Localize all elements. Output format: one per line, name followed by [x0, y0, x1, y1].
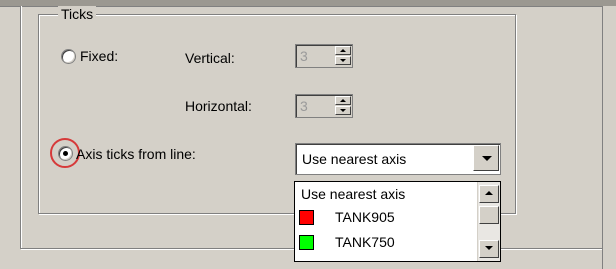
- scroll-thumb[interactable]: [479, 206, 499, 224]
- list-item-label: TANK905: [335, 209, 395, 225]
- arrow-up-icon: [485, 191, 493, 195]
- vertical-label: Vertical:: [185, 50, 235, 66]
- axis-source-combobox[interactable]: Use nearest axis: [295, 143, 501, 175]
- scroll-up-button[interactable]: [479, 185, 499, 203]
- list-item[interactable]: Use nearest axis: [295, 184, 473, 204]
- arrow-down-icon: [485, 246, 493, 250]
- arrow-up-icon: [340, 49, 346, 52]
- combobox-dropdown-button[interactable]: [473, 145, 499, 171]
- color-swatch-icon: [299, 235, 314, 250]
- vertical-spin-down-button[interactable]: [335, 56, 351, 65]
- list-item-label: Use nearest axis: [301, 186, 406, 202]
- horizontal-spin-up-button[interactable]: [335, 96, 351, 105]
- ticks-group-title: Ticks: [58, 6, 97, 22]
- vertical-spinner[interactable]: 3: [295, 44, 353, 68]
- axis-source-dropdown-list: Use nearest axis TANK905 TANK750: [294, 181, 501, 262]
- horizontal-spin-down-button[interactable]: [335, 106, 351, 115]
- dropdown-scrollbar[interactable]: [477, 182, 500, 261]
- radio-selected-dot: [63, 151, 68, 156]
- scroll-down-button[interactable]: [479, 240, 499, 258]
- chevron-down-icon: [482, 156, 492, 161]
- color-swatch-icon: [299, 210, 314, 225]
- horizontal-spinner[interactable]: 3: [295, 94, 353, 118]
- vertical-value: 3: [300, 48, 308, 64]
- combobox-selected-value: Use nearest axis: [302, 151, 407, 167]
- horizontal-label: Horizontal:: [185, 98, 252, 114]
- horizontal-value: 3: [300, 98, 308, 114]
- fixed-label: Fixed:: [80, 48, 119, 64]
- arrow-down-icon: [340, 109, 346, 112]
- arrow-down-icon: [340, 59, 346, 62]
- list-item-label: TANK750: [335, 234, 395, 250]
- axis-ticks-label: Axis ticks from line:: [76, 146, 196, 162]
- axis-ticks-radio[interactable]: [58, 146, 73, 161]
- arrow-up-icon: [340, 99, 346, 102]
- fixed-radio[interactable]: [61, 49, 76, 64]
- window-right-strip: [602, 6, 616, 269]
- list-item[interactable]: TANK905: [295, 207, 473, 227]
- vertical-spin-up-button[interactable]: [335, 46, 351, 55]
- list-item[interactable]: TANK750: [295, 232, 473, 252]
- dialog-border-left-highlight: [21, 6, 22, 248]
